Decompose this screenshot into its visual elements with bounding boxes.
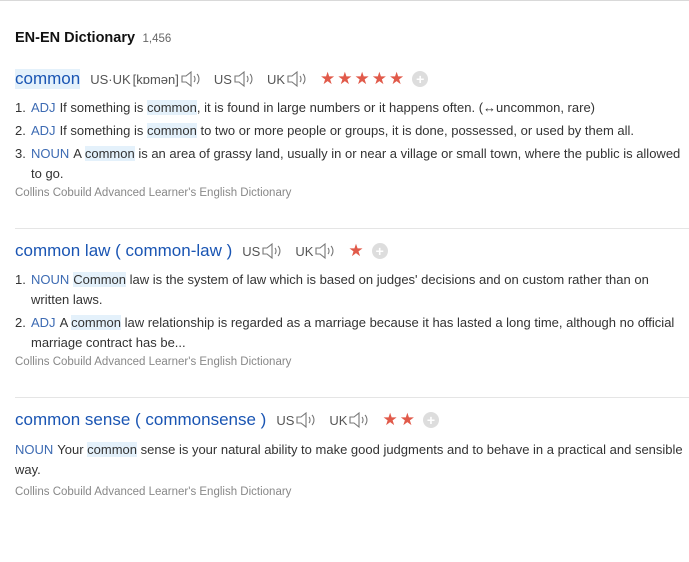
definition-list: 1. NOUN Common law is the system of law wh… [15, 270, 689, 353]
keyword-highlight: common [87, 442, 138, 457]
keyword-highlight: common [84, 146, 135, 161]
pronunciation-uk: UK [295, 242, 338, 260]
dictionary-title: EN-EN Dictionary [15, 30, 136, 46]
dictionary-header: EN-EN Dictionary 1,456 [15, 29, 171, 47]
headword[interactable]: common law ( common-law ) [15, 241, 232, 261]
definition-list: 1. ADJ If something is common, it is found… [15, 98, 689, 184]
speaker-icon[interactable] [287, 70, 310, 88]
part-of-speech: ADJ [31, 315, 56, 330]
pronunciation-us: US [276, 411, 319, 429]
add-to-wordbook-plus-icon[interactable]: + [422, 412, 439, 428]
result-count: 1,456 [142, 33, 172, 45]
dictionary-source: Collins Cobuild Advanced Learner's Engli… [15, 187, 292, 199]
speaker-icon[interactable] [234, 70, 257, 88]
pronunciation-uk: UK [267, 70, 310, 88]
speaker-icon[interactable] [315, 242, 338, 260]
dictionary-source: Collins Cobuild Advanced Learner's Engli… [15, 356, 292, 368]
pronunciation-us: US [214, 70, 257, 88]
part-of-speech: ADJ [31, 100, 56, 115]
headword[interactable]: common [15, 69, 81, 89]
speaker-icon[interactable] [349, 411, 372, 429]
frequency-stars: ★★★★★ [320, 69, 407, 88]
pronunciation-uk: UK [329, 411, 372, 429]
part-of-speech: NOUN [31, 146, 70, 161]
definition-item: 2. ADJ A common law relationship is regard… [15, 315, 675, 350]
phonetic: [kɒmən] [132, 71, 179, 87]
frequency-stars: ★★ [382, 410, 417, 429]
part-of-speech: NOUN [31, 272, 70, 287]
uk-label: UK [266, 71, 286, 87]
speaker-icon[interactable] [181, 70, 204, 88]
uk-label: UK [329, 412, 348, 428]
dictionary-source: Collins Cobuild Advanced Learner's Engli… [15, 486, 292, 498]
pronunciation-usuk: US·UK [kɒmən] [90, 70, 204, 88]
us-label: US [242, 243, 261, 259]
entry-common-sense: common sense ( commonsense ) US UK ★★ + … [15, 397, 689, 498]
keyword-highlight: common [71, 315, 121, 330]
uk-label: UK [295, 243, 314, 259]
speaker-icon[interactable] [296, 411, 319, 429]
pronunciation-us: US [242, 242, 285, 260]
entry-common: common US·UK [kɒmən] US UK ★★★★★ + 1. ADJ… [15, 68, 689, 199]
add-to-wordbook-plus-icon[interactable]: + [371, 243, 388, 259]
speaker-icon[interactable] [262, 242, 285, 260]
us-label: US [276, 412, 295, 428]
us-label: US [213, 71, 232, 87]
entry-common-law: common law ( common-law ) US UK ★ + 1. NO… [15, 228, 689, 368]
definition-item: NOUN Your common sense is your natural ab… [15, 442, 683, 477]
frequency-stars: ★ [348, 241, 366, 260]
pron-label: US·UK [90, 71, 131, 87]
keyword-highlight: common [147, 123, 197, 138]
definition-item: 1. ADJ If something is common, it is found… [15, 100, 595, 115]
part-of-speech: NOUN [15, 442, 54, 457]
part-of-speech: ADJ [31, 123, 56, 138]
keyword-highlight: Common [73, 272, 127, 287]
definition-item: 1. NOUN Common law is the system of law wh… [15, 272, 649, 307]
headword[interactable]: common sense ( commonsense ) [15, 410, 266, 430]
add-to-wordbook-plus-icon[interactable]: + [412, 71, 429, 87]
keyword-highlight: common [147, 100, 197, 115]
definition-item: 2. ADJ If something is common to two or mo… [15, 123, 635, 138]
definition-item: 3. NOUN A common is an area of grassy land… [15, 146, 681, 181]
